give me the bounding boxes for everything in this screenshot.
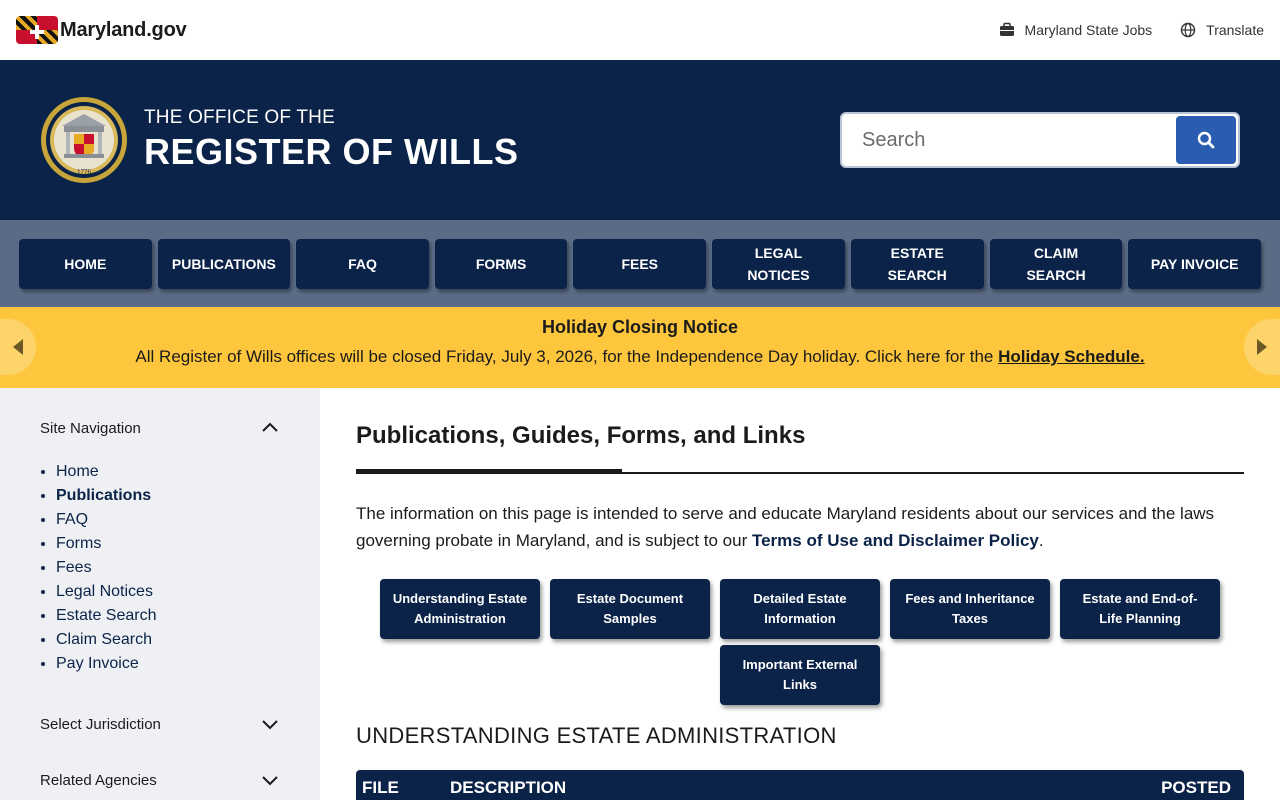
sidebar-item-faq[interactable]: FAQ bbox=[56, 508, 280, 532]
nav-home[interactable]: HOME bbox=[19, 238, 152, 289]
sidebar-item-home[interactable]: Home bbox=[56, 460, 280, 484]
section-heading: UNDERSTANDING ESTATE ADMINISTRATION bbox=[356, 723, 837, 748]
utility-bar: Maryland.gov Maryland State Jobs Transla… bbox=[0, 0, 1280, 60]
nav-estate-search[interactable]: ESTATE SEARCH bbox=[850, 238, 984, 289]
content-area: Site Navigation Home Publications FAQ Fo… bbox=[0, 388, 1280, 800]
search-input[interactable] bbox=[844, 116, 1176, 164]
col-posted[interactable]: POSTED bbox=[1155, 778, 1244, 798]
briefcase-icon bbox=[999, 22, 1014, 36]
chevron-down-icon bbox=[262, 720, 278, 730]
related-agencies-toggle[interactable]: Related Agencies bbox=[40, 770, 280, 790]
select-jurisdiction-label: Select Jurisdiction bbox=[40, 715, 161, 733]
translate-link[interactable]: Translate bbox=[1180, 22, 1264, 38]
main-content: Publications, Guides, Forms, and Links T… bbox=[320, 388, 1280, 800]
state-jobs-link[interactable]: Maryland State Jobs bbox=[999, 22, 1153, 38]
alert-title: Holiday Closing Notice bbox=[541, 317, 739, 337]
tile-fees-and-inheritance-taxes[interactable]: Fees and Inheritance Taxes bbox=[890, 579, 1050, 639]
tile-understanding-estate-administration[interactable]: Understanding Estate Administration bbox=[380, 579, 540, 639]
select-jurisdiction-toggle[interactable]: Select Jurisdiction bbox=[40, 714, 280, 734]
site-header: 1776 THE OFFICE OF THE REGISTER OF WILLS bbox=[0, 60, 1280, 220]
maryland-flag-icon bbox=[16, 16, 58, 44]
holiday-schedule-link[interactable]: Holiday Schedule. bbox=[998, 347, 1144, 366]
site-navigation-toggle[interactable]: Site Navigation bbox=[40, 418, 280, 438]
register-of-wills-seal-icon: 1776 bbox=[41, 97, 127, 183]
holiday-alert: Holiday Closing Notice All Register of W… bbox=[0, 307, 1280, 388]
nav-claim-search[interactable]: CLAIM SEARCH bbox=[989, 238, 1123, 289]
svg-text:1776: 1776 bbox=[77, 168, 92, 176]
search-box bbox=[840, 112, 1240, 168]
translate-label: Translate bbox=[1206, 22, 1264, 38]
globe-icon bbox=[1180, 22, 1196, 38]
nav-faq[interactable]: FAQ bbox=[296, 238, 429, 289]
title-line-1: THE OFFICE OF THE bbox=[144, 107, 335, 128]
related-agencies-label: Related Agencies bbox=[40, 771, 157, 789]
sidebar-item-fees[interactable]: Fees bbox=[56, 556, 280, 580]
sidebar-item-publications[interactable]: Publications bbox=[56, 484, 280, 508]
sidebar: Site Navigation Home Publications FAQ Fo… bbox=[0, 388, 320, 800]
nav-pay-invoice[interactable]: PAY INVOICE bbox=[1128, 238, 1261, 289]
sidebar-nav-list: Home Publications FAQ Forms Fees Legal N… bbox=[40, 460, 280, 676]
page-title: Publications, Guides, Forms, and Links bbox=[356, 422, 806, 449]
sidebar-item-pay-invoice[interactable]: Pay Invoice bbox=[56, 652, 280, 676]
section-button-grid: Understanding Estate Administration Esta… bbox=[356, 579, 1244, 705]
title-divider bbox=[356, 469, 1244, 474]
title-line-2: REGISTER OF WILLS bbox=[144, 131, 519, 172]
tile-important-external-links[interactable]: Important External Links bbox=[720, 645, 880, 705]
col-file[interactable]: FILE bbox=[356, 778, 444, 798]
search-button[interactable] bbox=[1176, 116, 1236, 164]
tile-estate-end-of-life-planning[interactable]: Estate and End-of-Life Planning bbox=[1060, 579, 1220, 639]
table-header-row: FILE DESCRIPTION POSTED bbox=[356, 770, 1244, 800]
sidebar-item-estate-search[interactable]: Estate Search bbox=[56, 604, 280, 628]
sidebar-item-claim-search[interactable]: Claim Search bbox=[56, 628, 280, 652]
alert-text: All Register of Wills offices will be cl… bbox=[0, 347, 1280, 367]
site-brand[interactable]: 1776 THE OFFICE OF THE REGISTER OF WILLS bbox=[40, 96, 519, 184]
intro-end: . bbox=[1038, 531, 1044, 550]
nav-forms[interactable]: FORMS bbox=[434, 238, 568, 289]
terms-of-use-link[interactable]: Terms of Use and Disclaimer Policy bbox=[752, 531, 1039, 550]
nav-legal-notices[interactable]: LEGAL NOTICES bbox=[712, 238, 845, 289]
sidebar-item-legal-notices[interactable]: Legal Notices bbox=[56, 580, 280, 604]
search-icon bbox=[1197, 131, 1215, 149]
sidebar-item-forms[interactable]: Forms bbox=[56, 532, 280, 556]
chevron-left-icon bbox=[13, 339, 23, 355]
col-description[interactable]: DESCRIPTION bbox=[444, 778, 1155, 798]
nav-publications[interactable]: PUBLICATIONS bbox=[157, 238, 291, 289]
maryland-gov-logo[interactable]: Maryland.gov bbox=[16, 16, 187, 44]
tile-detailed-estate-information[interactable]: Detailed Estate Information bbox=[720, 579, 880, 639]
nav-fees[interactable]: FEES bbox=[573, 238, 707, 289]
site-navigation-heading: Site Navigation bbox=[40, 419, 141, 437]
main-nav: HOME PUBLICATIONS FAQ FORMS FEES LEGAL N… bbox=[0, 220, 1280, 307]
tile-estate-document-samples[interactable]: Estate Document Samples bbox=[550, 579, 710, 639]
chevron-down-icon bbox=[262, 776, 278, 786]
alert-message: All Register of Wills offices will be cl… bbox=[135, 347, 999, 366]
state-jobs-label: Maryland State Jobs bbox=[1024, 22, 1153, 38]
logo-text: Maryland.gov bbox=[60, 18, 187, 41]
chevron-right-icon bbox=[1257, 339, 1267, 355]
chevron-up-icon bbox=[262, 422, 278, 432]
intro-paragraph: The information on this page is intended… bbox=[356, 500, 1244, 554]
